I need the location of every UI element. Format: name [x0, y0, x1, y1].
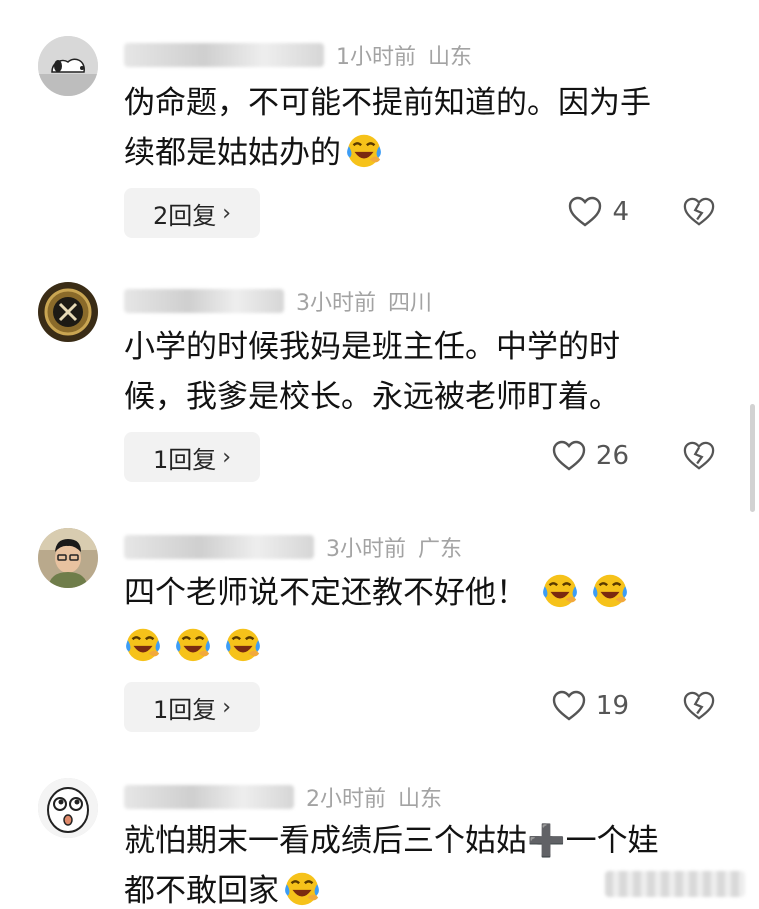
comment-line-text: 续都是姑姑办的 [124, 135, 341, 171]
reply-count-button[interactable]: 2回复 › [124, 188, 260, 238]
like-count: 19 [595, 691, 629, 721]
laughing-tears-emoji-icon [283, 869, 321, 907]
dislike-button[interactable] [683, 440, 715, 472]
chevron-right-icon: › [222, 444, 232, 470]
comment-line [124, 618, 723, 672]
post-time: 3小时前 [326, 537, 406, 562]
comment-meta: 1小时前 山东 [124, 38, 472, 72]
laughing-tears-emoji-icon [345, 131, 383, 169]
post-time: 3小时前 [296, 291, 376, 316]
comment-line: 候，我爹是校长。永远被老师盯着。 [124, 379, 620, 415]
comment-line-text: 就怕期末一看成绩后三个姑姑 [124, 823, 527, 859]
snoopy-avatar-icon [38, 36, 98, 96]
user-avatar[interactable] [38, 528, 98, 588]
username-redacted [124, 535, 314, 559]
post-time: 1小时前 [336, 45, 416, 70]
laughing-tears-emoji-icon [174, 625, 212, 663]
cartoon-face-avatar-icon [38, 778, 98, 838]
like-button[interactable]: 4 [568, 196, 629, 228]
broken-heart-icon [683, 197, 715, 226]
username-redacted [124, 289, 284, 313]
heart-icon [552, 690, 586, 721]
like-count: 26 [595, 441, 629, 471]
heart-icon [569, 196, 602, 227]
comment-list: 1小时前 山东 伪命题，不可能不提前知道的。因为手 续都是姑姑办的 2回复 › … [0, 0, 759, 909]
dislike-button[interactable] [683, 690, 715, 722]
laughing-tears-emoji-icon [591, 571, 629, 609]
post-location: 山东 [398, 787, 443, 812]
user-avatar[interactable] [38, 36, 98, 96]
plus-symbol: ➕ [527, 823, 566, 859]
reply-count-label: 1回复 [152, 695, 217, 724]
dislike-button[interactable] [683, 196, 715, 228]
comment-text: 四个老师说不定还教不好他！ [124, 568, 723, 672]
heart-icon [552, 440, 586, 471]
person-avatar-icon [38, 528, 98, 588]
comment-line: 就怕期末一看成绩后三个姑姑➕一个娃 [124, 816, 723, 866]
like-count: 4 [612, 197, 629, 227]
post-location: 山东 [428, 45, 473, 70]
comment-meta: 3小时前 四川 [124, 284, 432, 318]
chevron-right-icon: › [222, 200, 232, 226]
comment-line: 四个老师说不定还教不好他！ [124, 568, 723, 618]
chevron-right-icon: › [222, 694, 232, 720]
post-time: 2小时前 [306, 787, 386, 812]
comment-line-text: 一个娃 [565, 823, 659, 859]
comment-text: 伪命题，不可能不提前知道的。因为手 续都是姑姑办的 [124, 78, 723, 178]
user-avatar[interactable] [38, 778, 98, 838]
post-location: 广东 [418, 537, 463, 562]
scrollbar[interactable] [750, 404, 755, 512]
like-button[interactable]: 26 [552, 440, 629, 472]
laughing-tears-emoji-icon [224, 625, 262, 663]
reply-count-label: 2回复 [152, 201, 217, 230]
comment-line: 续都是姑姑办的 [124, 128, 723, 178]
reply-count-label: 1回复 [152, 445, 217, 474]
username-redacted [124, 43, 324, 67]
laughing-tears-emoji-icon [124, 625, 162, 663]
comment-meta: 3小时前 广东 [124, 530, 462, 564]
comment-meta: 2小时前 山东 [124, 780, 442, 814]
post-location: 四川 [388, 291, 433, 316]
comment-line: 伪命题，不可能不提前知道的。因为手 [124, 85, 651, 121]
user-avatar[interactable] [38, 282, 98, 342]
laughing-tears-emoji-icon [541, 571, 579, 609]
comment-line-text: 四个老师说不定还教不好他！ [124, 575, 527, 611]
comment-line: 小学的时候我妈是班主任。中学的时 [124, 329, 620, 365]
comment-line-text: 都不敢回家 [124, 873, 279, 909]
broken-heart-icon [683, 441, 715, 470]
username-redacted [124, 785, 294, 809]
ring-avatar-icon [38, 282, 98, 342]
reply-count-button[interactable]: 1回复 › [124, 682, 260, 732]
watermark-redacted [605, 871, 745, 897]
comment-text: 小学的时候我妈是班主任。中学的时 候，我爹是校长。永远被老师盯着。 [124, 322, 723, 422]
reply-count-button[interactable]: 1回复 › [124, 432, 260, 482]
broken-heart-icon [683, 691, 715, 720]
like-button[interactable]: 19 [552, 690, 629, 722]
